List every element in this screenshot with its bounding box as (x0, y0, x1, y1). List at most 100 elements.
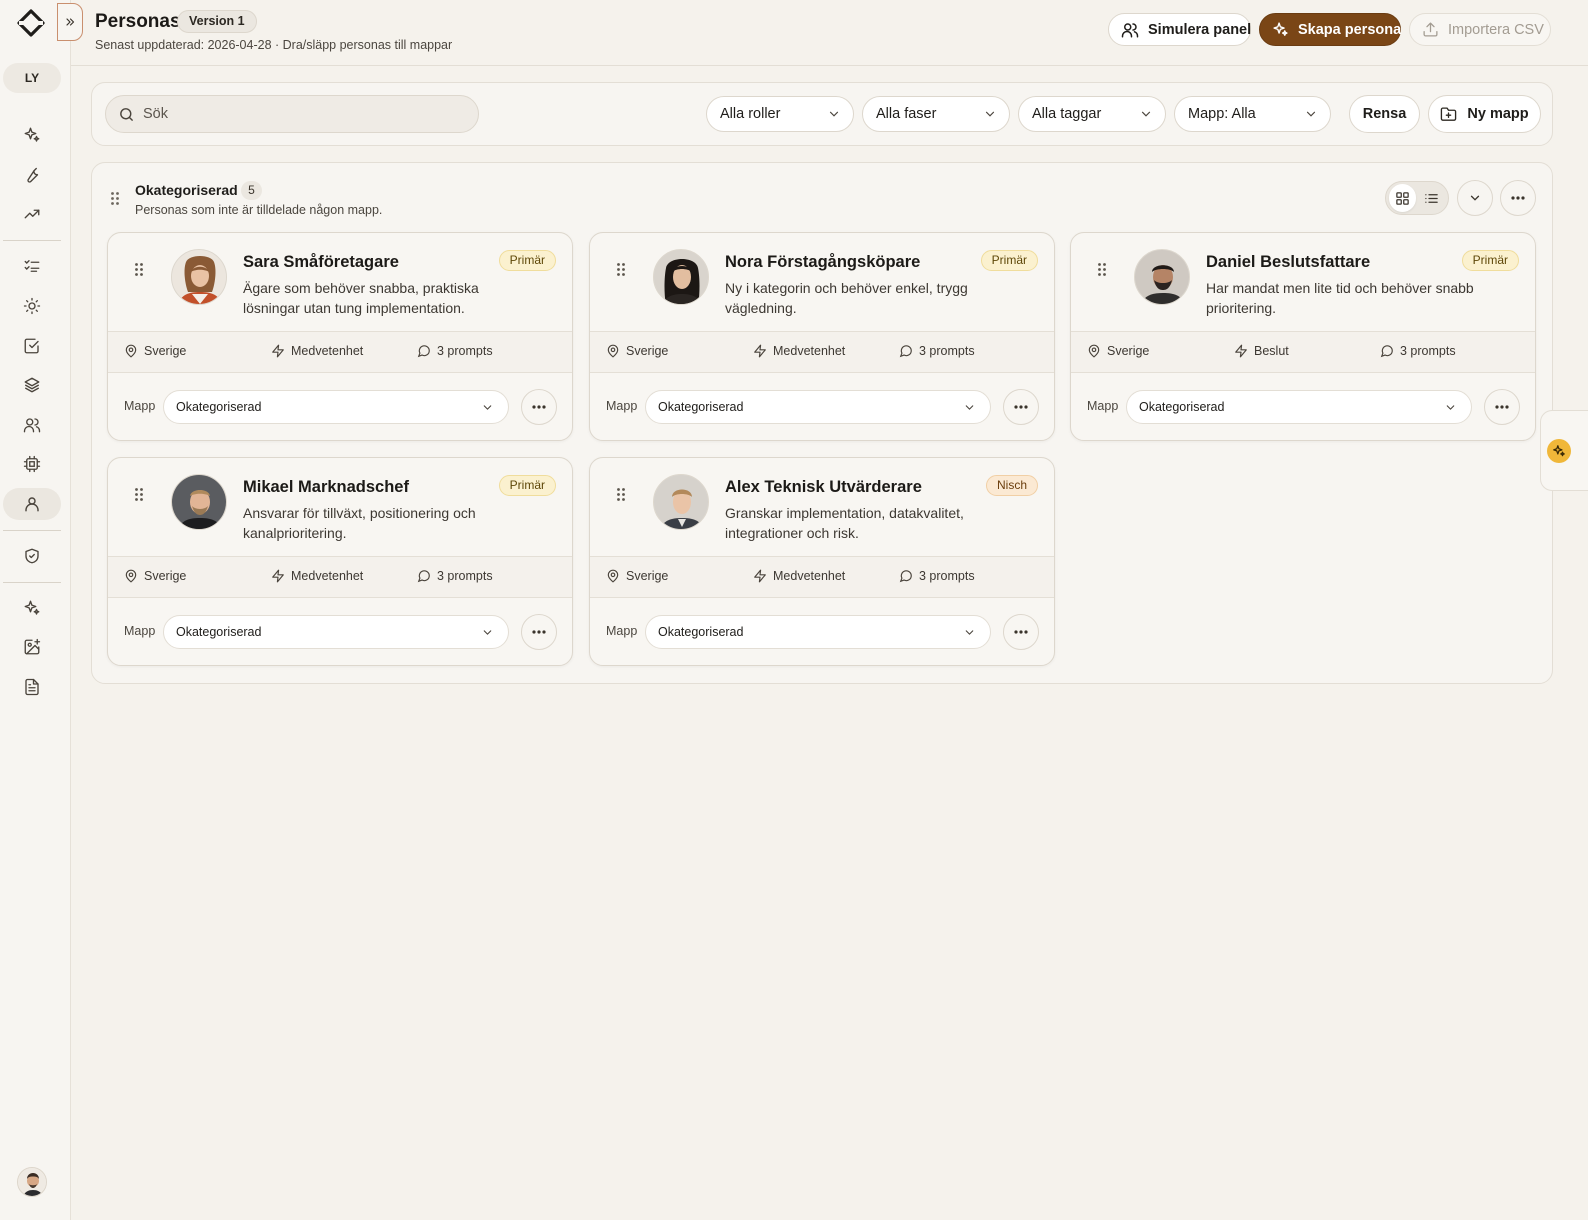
persona-name: Alex Teknisk Utvärderare (725, 478, 922, 496)
more-horizontal-icon (1014, 630, 1028, 634)
persona-description: Granskar implementation, datakvalitet, i… (725, 505, 964, 541)
sparkles-icon[interactable] (3, 592, 61, 624)
persona-name: Nora Förstagångsköpare (725, 253, 921, 271)
prompts-meta: 3 prompts (899, 344, 975, 358)
more-horizontal-icon (1495, 405, 1509, 409)
persona-meta-row: Sverige Medvetenhet 3 prompts (108, 332, 572, 372)
zap-icon (753, 344, 767, 358)
sidebar-expand-button[interactable] (57, 3, 83, 41)
sparkles-icon[interactable] (3, 119, 61, 151)
folder-select[interactable]: Okategoriserad (1126, 390, 1472, 424)
clear-filters-button[interactable]: Rensa (1349, 95, 1420, 133)
group-count-badge: 5 (241, 181, 262, 200)
check-square-icon[interactable] (3, 330, 61, 362)
drag-handle-icon[interactable] (111, 192, 119, 205)
grid-view-button[interactable] (1389, 184, 1416, 212)
folder-filter-select[interactable]: Mapp: Alla (1174, 96, 1331, 132)
group-more-button[interactable] (1500, 180, 1536, 216)
chevron-down-icon (1304, 107, 1318, 121)
message-circle-icon (1380, 344, 1394, 358)
page-title: Personas (95, 11, 181, 32)
drag-handle-icon[interactable] (617, 263, 625, 276)
tag-filter-select[interactable]: Alla taggar (1018, 96, 1166, 132)
wrench-icon[interactable] (3, 159, 61, 191)
import-csv-button[interactable]: Importera CSV (1409, 13, 1551, 46)
card-divider (108, 597, 572, 598)
assistant-panel-tab[interactable] (1540, 410, 1588, 491)
phase-text: Beslut (1254, 344, 1289, 358)
persona-card[interactable]: Daniel Beslutsfattare Har mandat men lit… (1070, 232, 1536, 441)
map-pin-icon (124, 344, 138, 358)
card-more-button[interactable] (1484, 389, 1520, 425)
clear-filters-label: Rensa (1362, 106, 1407, 122)
persona-card[interactable]: Sara Småföretagare Ägare som behöver sna… (107, 232, 573, 441)
persona-card[interactable]: Nora Förstagångsköpare Ny i kategorin oc… (589, 232, 1055, 441)
collapse-group-button[interactable] (1457, 180, 1493, 216)
folder-filter-value: Mapp: Alla (1188, 106, 1256, 122)
workspace-badge[interactable]: LY (3, 63, 61, 93)
prompts-text: 3 prompts (437, 569, 493, 583)
folder-select[interactable]: Okategoriserad (645, 390, 991, 424)
card-more-button[interactable] (521, 614, 557, 650)
message-circle-icon (417, 569, 431, 583)
list-view-button[interactable] (1418, 184, 1445, 212)
shield-check-icon[interactable] (3, 540, 61, 572)
list-checks-icon[interactable] (3, 250, 61, 282)
card-more-button[interactable] (1003, 389, 1039, 425)
drag-handle-icon[interactable] (617, 488, 625, 501)
phase-text: Medvetenhet (773, 569, 846, 583)
simulate-panel-button[interactable]: Simulera panel (1108, 13, 1251, 46)
sun-icon[interactable] (3, 290, 61, 322)
image-plus-icon[interactable] (3, 631, 61, 663)
sidebar-divider (3, 530, 61, 531)
cpu-icon[interactable] (3, 448, 61, 480)
card-more-button[interactable] (1003, 614, 1039, 650)
user-avatar[interactable] (17, 1167, 47, 1197)
layers-icon[interactable] (3, 369, 61, 401)
folder-select-value: Okategoriserad (176, 400, 262, 414)
search-icon (118, 106, 135, 123)
folder-select[interactable]: Okategoriserad (645, 615, 991, 649)
chevron-down-icon (481, 626, 494, 639)
drag-handle-icon[interactable] (135, 263, 143, 276)
search-box[interactable] (105, 95, 479, 133)
drag-handle-icon[interactable] (135, 488, 143, 501)
folder-select[interactable]: Okategoriserad (163, 390, 509, 424)
folder-select-value: Okategoriserad (658, 400, 744, 414)
folder-select-value: Okategoriserad (1139, 400, 1225, 414)
phase-filter-select[interactable]: Alla faser (862, 96, 1010, 132)
card-divider (590, 597, 1054, 598)
persona-card[interactable]: Mikael Marknadschef Ansvarar för tillväx… (107, 457, 573, 666)
persona-avatar (653, 249, 709, 305)
persona-description: Ny i kategorin och behöver enkel, trygg … (725, 280, 968, 316)
card-more-button[interactable] (521, 389, 557, 425)
create-persona-button[interactable]: Skapa persona (1259, 13, 1401, 46)
file-text-icon[interactable] (3, 671, 61, 703)
more-horizontal-icon (532, 405, 546, 409)
trending-up-icon[interactable] (3, 198, 61, 230)
persona-description: Ansvarar för tillväxt, positionering och… (243, 505, 476, 541)
app-logo-icon[interactable] (17, 9, 45, 37)
folder-select[interactable]: Okategoriserad (163, 615, 509, 649)
message-circle-icon (899, 344, 913, 358)
sparkles-icon (1272, 21, 1289, 38)
persona-card[interactable]: Alex Teknisk Utvärderare Granskar implem… (589, 457, 1055, 666)
location-meta: Sverige (124, 569, 186, 583)
role-filter-select[interactable]: Alla roller (706, 96, 854, 132)
search-input[interactable] (143, 106, 443, 122)
users-icon (1121, 21, 1139, 39)
sparkles-icon (1547, 439, 1571, 463)
message-circle-icon (417, 344, 431, 358)
users-icon[interactable] (3, 409, 61, 441)
version-badge[interactable]: Version 1 (177, 10, 257, 33)
user-icon[interactable] (3, 488, 61, 520)
tier-badge: Nisch (985, 475, 1038, 496)
tier-badge: Primär (498, 475, 556, 496)
folder-label: Mapp (124, 399, 156, 413)
persona-meta-row: Sverige Medvetenhet 3 prompts (590, 557, 1054, 597)
drag-handle-icon[interactable] (1098, 263, 1106, 276)
new-folder-button[interactable]: Ny mapp (1428, 95, 1541, 133)
tier-badge: Primär (1461, 250, 1519, 271)
map-pin-icon (606, 344, 620, 358)
tier-badge: Primär (498, 250, 556, 271)
